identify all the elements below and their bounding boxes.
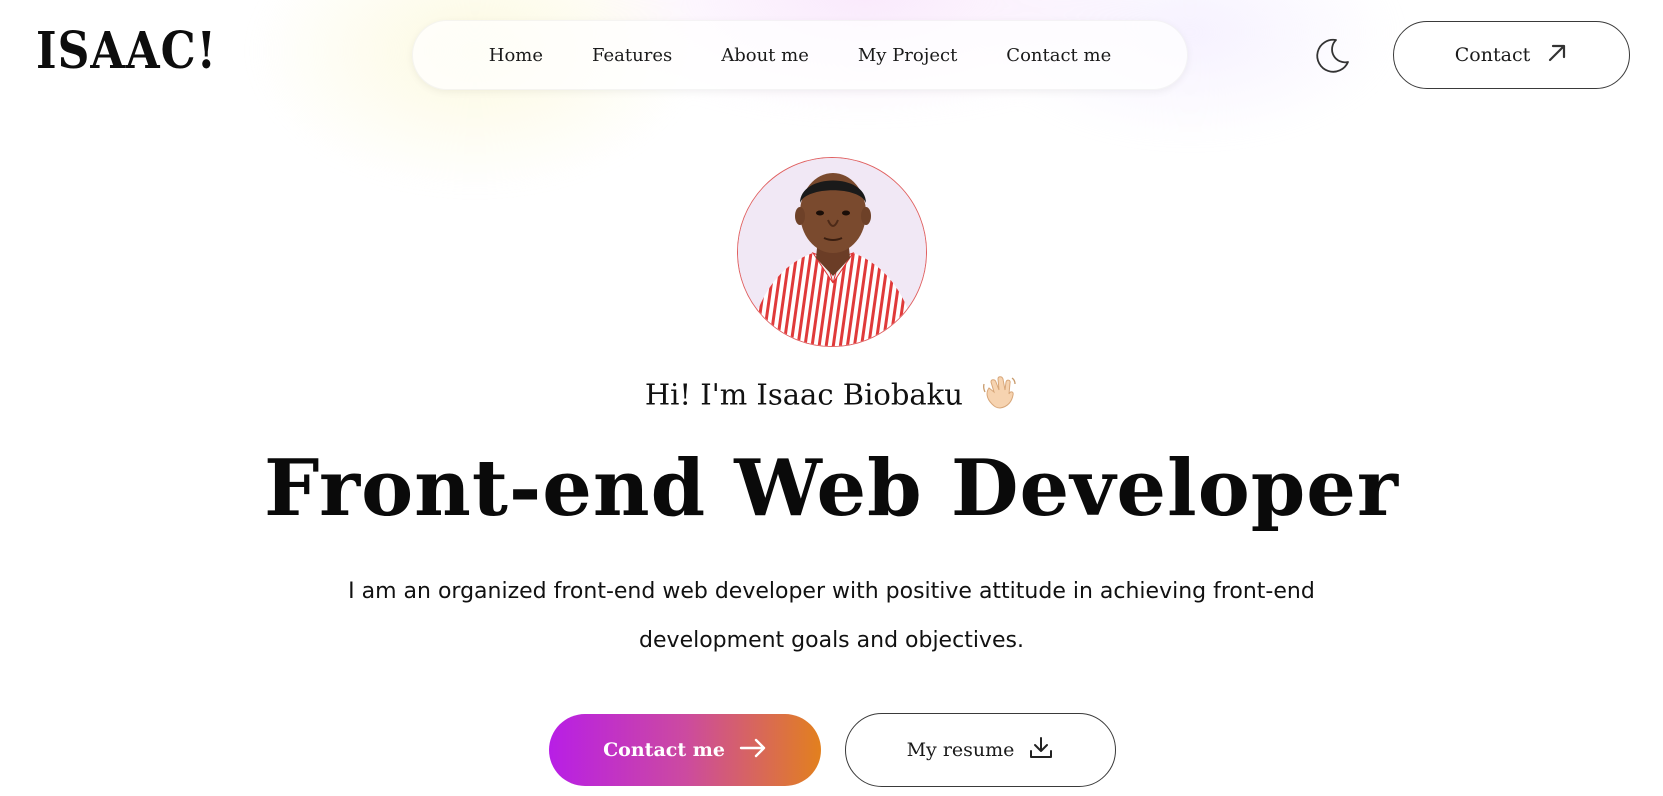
nav-item-about-me[interactable]: About me: [721, 45, 809, 66]
waving-hand-icon: [980, 374, 1018, 419]
main-nav: Home Features About me My Project Contac…: [412, 20, 1188, 90]
my-resume-button[interactable]: My resume: [845, 713, 1116, 787]
arrow-up-right-icon: [1546, 42, 1568, 68]
hero-bio: I am an organized front-end web develope…: [330, 567, 1333, 665]
hero-headline: Front-end Web Developer: [264, 443, 1399, 534]
profile-avatar: [737, 157, 927, 347]
nav-item-my-project[interactable]: My Project: [858, 45, 957, 66]
nav-item-home[interactable]: Home: [489, 45, 543, 66]
header-contact-button[interactable]: Contact: [1393, 21, 1630, 89]
header-contact-label: Contact: [1454, 44, 1531, 66]
nav-item-features[interactable]: Features: [592, 45, 672, 66]
arrow-right-icon: [739, 738, 767, 762]
contact-me-button[interactable]: Contact me: [549, 714, 821, 786]
nav-item-contact-me[interactable]: Contact me: [1006, 45, 1111, 66]
contact-me-label: Contact me: [603, 739, 725, 761]
bio-line-1: I am an organized front-end web develope…: [348, 579, 1315, 604]
download-icon: [1028, 735, 1054, 765]
bio-line-2: development goals and objectives.: [639, 628, 1024, 653]
my-resume-label: My resume: [906, 739, 1015, 761]
moon-icon[interactable]: [1312, 36, 1352, 76]
hero-greeting: Hi! I'm Isaac Biobaku: [0, 374, 1663, 419]
greeting-text: Hi! I'm Isaac Biobaku: [644, 377, 963, 412]
brand-logo[interactable]: ISAAC!: [36, 22, 217, 81]
